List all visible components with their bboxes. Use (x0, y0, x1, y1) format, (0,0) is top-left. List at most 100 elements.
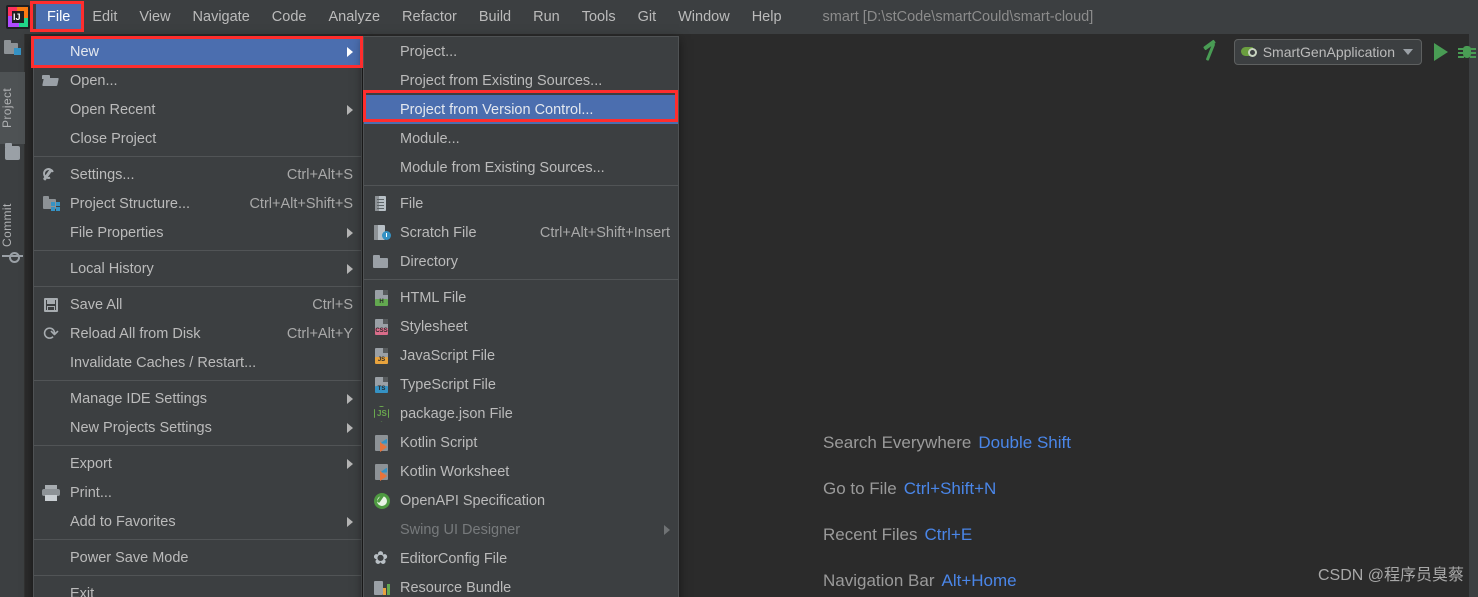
menubar-item-view[interactable]: View (128, 4, 181, 30)
menu-item-new-projects-settings[interactable]: New Projects Settings (34, 413, 361, 442)
editor-hint-shortcut: Ctrl+E (924, 525, 973, 544)
chevron-right-icon (347, 46, 353, 57)
save-icon (42, 297, 64, 313)
menu-item-project-from-version-control[interactable]: Project from Version Control... (364, 95, 678, 124)
run-triangle-icon[interactable] (1434, 43, 1448, 61)
menu-item-shortcut: Ctrl+S (312, 296, 353, 313)
menu-item-project-from-existing-sources[interactable]: Project from Existing Sources... (364, 66, 678, 95)
menu-item-manage-ide-settings[interactable]: Manage IDE Settings (34, 384, 361, 413)
menu-item-openapi-specification[interactable]: OpenAPI Specification (364, 486, 678, 515)
menu-item-html-file[interactable]: H HTML File (364, 283, 678, 312)
editor-hint-label: Navigation Bar (823, 571, 935, 590)
scratch-file-icon (372, 224, 394, 241)
menubar-item-refactor[interactable]: Refactor (391, 4, 468, 30)
directory-icon (372, 254, 394, 270)
menubar-item-label: Navigate (192, 9, 250, 25)
menu-item-resource-bundle[interactable]: Resource Bundle (364, 573, 678, 597)
project-structure-icon (42, 195, 64, 212)
menu-item-editorconfig-file[interactable]: EditorConfig File (364, 544, 678, 573)
menubar-item-window[interactable]: Window (667, 4, 741, 30)
no-icon (42, 550, 64, 566)
run-configuration-selector[interactable]: SmartGenApplication (1233, 39, 1422, 65)
menu-item-project[interactable]: Project... (364, 37, 678, 66)
menu-item-add-to-favorites[interactable]: Add to Favorites (34, 507, 361, 536)
menu-item-close-project[interactable]: Close Project (34, 124, 361, 153)
menu-item-directory[interactable]: Directory (364, 247, 678, 276)
menu-item-module[interactable]: Module... (364, 124, 678, 153)
editor-scrollbar[interactable] (1469, 34, 1478, 597)
menu-item-new[interactable]: New (34, 37, 361, 66)
menu-item-swing-ui-designer: Swing UI Designer (364, 515, 678, 544)
menubar-item-code[interactable]: Code (261, 4, 318, 30)
menubar-item-navigate[interactable]: Navigate (182, 4, 261, 30)
project-toolwindow-icon[interactable] (4, 40, 23, 55)
menu-item-reload-all-from-disk[interactable]: Reload All from Disk Ctrl+Alt+Y (34, 319, 361, 348)
menu-separator (364, 185, 678, 186)
menu-item-label: HTML File (400, 289, 467, 306)
menu-item-javascript-file[interactable]: JS JavaScript File (364, 341, 678, 370)
menubar-item-file[interactable]: File (36, 4, 82, 30)
menubar-item-label: File (47, 9, 71, 25)
menu-item-open[interactable]: Open... (34, 66, 361, 95)
menu-item-stylesheet[interactable]: CSS Stylesheet (364, 312, 678, 341)
menu-item-print[interactable]: Print... (34, 478, 361, 507)
menu-item-kotlin-script[interactable]: Kotlin Script (364, 428, 678, 457)
menu-item-package-json-file[interactable]: JS package.json File (364, 399, 678, 428)
menu-item-open-recent[interactable]: Open Recent (34, 95, 361, 124)
menubar-item-build[interactable]: Build (468, 4, 522, 30)
chevron-right-icon (347, 422, 353, 433)
no-icon (42, 514, 64, 530)
chevron-right-icon (347, 227, 353, 238)
kotlin-icon (372, 434, 394, 452)
menu-separator (34, 575, 361, 576)
menu-item-label: Directory (400, 253, 459, 270)
menu-item-export[interactable]: Export (34, 449, 361, 478)
menu-item-file-properties[interactable]: File Properties (34, 218, 361, 247)
menubar-item-label: View (139, 9, 171, 25)
menu-item-label: Stylesheet (400, 318, 468, 335)
menu-item-label: Power Save Mode (70, 549, 189, 566)
menu-item-project-structure[interactable]: Project Structure... Ctrl+Alt+Shift+S (34, 189, 361, 218)
menu-item-label: Manage IDE Settings (70, 390, 208, 407)
sidebar-item-project[interactable]: Project (0, 72, 25, 144)
file-menu-popup[interactable]: New Open... Open Recent Close Project Settin… (33, 36, 362, 597)
menubar-item-help[interactable]: Help (741, 4, 793, 30)
menu-item-label: Kotlin Script (400, 434, 478, 451)
menubar-item-label: Refactor (402, 9, 457, 25)
menu-item-label: Open Recent (70, 101, 156, 118)
menu-item-typescript-file[interactable]: TS TypeScript File (364, 370, 678, 399)
menubar-item-git[interactable]: Git (627, 4, 668, 30)
menu-item-label: Swing UI Designer (400, 521, 521, 538)
menu-item-invalidate-caches-restart[interactable]: Invalidate Caches / Restart... (34, 348, 361, 377)
resource-bundle-icon (372, 580, 394, 596)
menu-item-save-all[interactable]: Save All Ctrl+S (34, 290, 361, 319)
menu-item-settings[interactable]: Settings... Ctrl+Alt+S (34, 160, 361, 189)
editor-hint-row: Go to File Ctrl+Shift+N (823, 479, 1071, 499)
chevron-right-icon (347, 458, 353, 469)
menu-item-scratch-file[interactable]: Scratch File Ctrl+Alt+Shift+Insert (364, 218, 678, 247)
menubar-item-run[interactable]: Run (522, 4, 571, 30)
menu-item-label: Close Project (70, 130, 157, 147)
new-submenu-popup[interactable]: Project... Project from Existing Sources.… (363, 36, 679, 597)
no-icon (372, 522, 394, 538)
editor-hint-shortcut: Double Shift (978, 433, 1071, 452)
no-icon (42, 131, 64, 147)
menubar-item-tools[interactable]: Tools (571, 4, 627, 30)
menu-item-file[interactable]: File (364, 189, 678, 218)
menu-item-kotlin-worksheet[interactable]: Kotlin Worksheet (364, 457, 678, 486)
ts-file-icon: TS (372, 376, 394, 393)
menubar-item-edit[interactable]: Edit (81, 4, 128, 30)
menu-item-exit[interactable]: Exit (34, 579, 361, 597)
menu-item-local-history[interactable]: Local History (34, 254, 361, 283)
kotlin-icon (372, 463, 394, 481)
menu-item-module-from-existing-sources[interactable]: Module from Existing Sources... (364, 153, 678, 182)
menubar-item-analyze[interactable]: Analyze (317, 4, 391, 30)
editor-hint-label: Search Everywhere (823, 433, 972, 452)
menu-item-label: Project... (400, 43, 458, 60)
no-icon (372, 44, 394, 60)
menu-separator (34, 445, 361, 446)
debug-bug-icon[interactable] (1458, 43, 1476, 61)
menu-item-power-save-mode[interactable]: Power Save Mode (34, 543, 361, 572)
hammer-icon[interactable] (1200, 39, 1226, 65)
menubar-item-label: Build (478, 9, 512, 25)
